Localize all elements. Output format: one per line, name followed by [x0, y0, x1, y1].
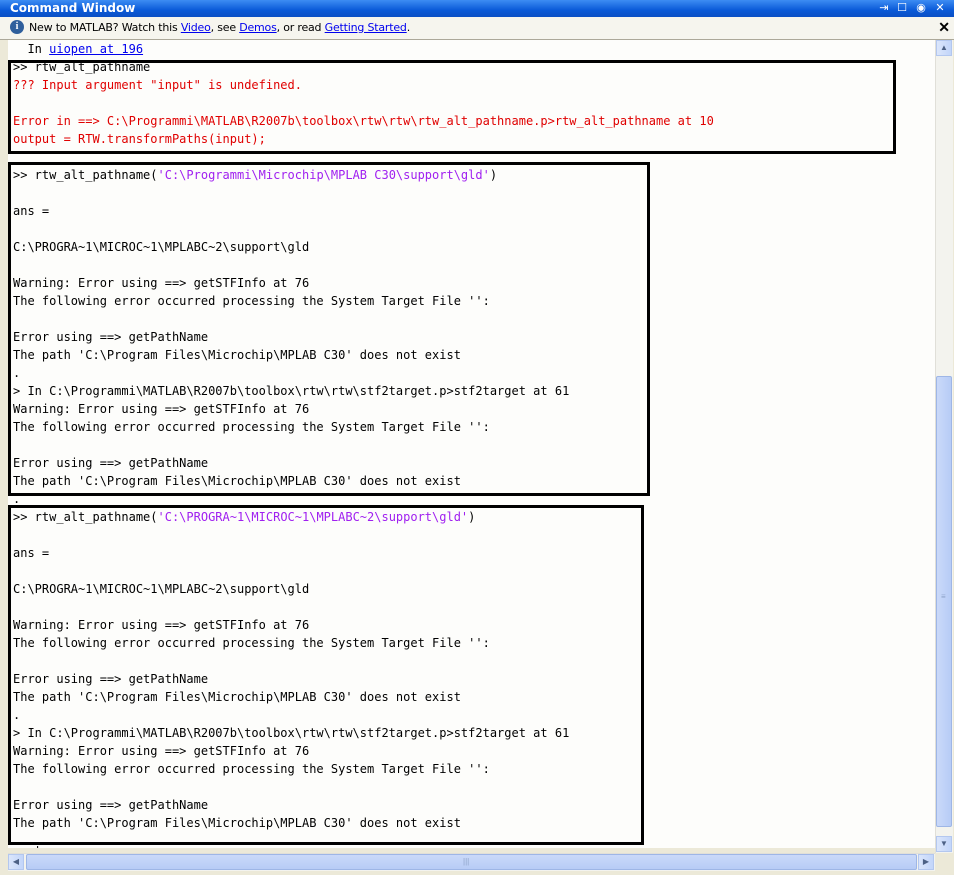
output-line: The path 'C:\Program Files\Microchip\MPL…: [13, 690, 461, 704]
info-icon: i: [10, 20, 24, 34]
grip-icon: ≡: [941, 592, 946, 601]
hgrip-icon: |||: [463, 857, 470, 866]
prompt-cursor[interactable]: ': [34, 842, 41, 848]
horizontal-scrollbar[interactable]: ◀ ||| ▶: [8, 853, 935, 871]
output-line: ans =: [13, 546, 50, 560]
getting-started-link[interactable]: Getting Started: [325, 21, 407, 34]
uiopen-link[interactable]: uiopen at 196: [49, 42, 143, 56]
error-line: Error in ==> C:\Programmi\MATLAB\R2007b\…: [13, 114, 714, 128]
output-line: The following error occurred processing …: [13, 636, 490, 650]
output-line: The following error occurred processing …: [13, 420, 490, 434]
output-line: Warning: Error using ==> getSTFInfo at 7…: [13, 744, 310, 758]
demos-link[interactable]: Demos: [239, 21, 277, 34]
output-line: C:\PROGRA~1\MICROC~1\MPLABC~2\support\gl…: [13, 582, 310, 596]
vertical-scrollbar[interactable]: ▲ ≡ ▼: [935, 40, 953, 853]
output-line: Warning: Error using ==> getSTFInfo at 7…: [13, 276, 310, 290]
output-line: The path 'C:\Program Files\Microchip\MPL…: [13, 816, 461, 830]
output-line: The path 'C:\Program Files\Microchip\MPL…: [13, 474, 461, 488]
console-line: In uiopen at 196: [13, 42, 144, 56]
command-line: >> rtw_alt_pathname('C:\PROGRA~1\MICROC~…: [13, 510, 476, 524]
scroll-up-icon[interactable]: ▲: [936, 40, 952, 56]
output-line: > In C:\Programmi\MATLAB\R2007b\toolbox\…: [13, 384, 570, 398]
output-line: C:\PROGRA~1\MICROC~1\MPLABC~2\support\gl…: [13, 240, 310, 254]
output-line: Error using ==> getPathName: [13, 456, 209, 470]
command-window-console[interactable]: In uiopen at 196 >> rtw_alt_pathname ???…: [8, 40, 935, 848]
output-line: ans =: [13, 204, 50, 218]
window-title: Command Window: [10, 1, 136, 15]
output-line: Warning: Error using ==> getSTFInfo at 7…: [13, 402, 310, 416]
maximize-icon[interactable]: ☐: [895, 1, 909, 15]
info-bar: i New to MATLAB? Watch this Video, see D…: [0, 17, 954, 40]
output-line: Warning: Error using ==> getSTFInfo at 7…: [13, 618, 310, 632]
output-line: Error using ==> getPathName: [13, 330, 209, 344]
video-link[interactable]: Video: [181, 21, 211, 34]
output-line: .: [13, 708, 21, 722]
horizontal-scroll-thumb[interactable]: |||: [26, 854, 917, 870]
output-line: .: [13, 366, 21, 380]
output-line: The following error occurred processing …: [13, 294, 490, 308]
output-line: Error using ==> getPathName: [13, 798, 209, 812]
infobar-close-icon[interactable]: ✕: [938, 19, 950, 35]
error-line: ??? Input argument "input" is undefined.: [13, 78, 302, 92]
output-line: The path 'C:\Program Files\Microchip\MPL…: [13, 348, 461, 362]
output-line: The following error occurred processing …: [13, 762, 490, 776]
output-line: > In C:\Programmi\MATLAB\R2007b\toolbox\…: [13, 726, 570, 740]
command-line: >> rtw_alt_pathname: [13, 60, 151, 74]
command-line: >> rtw_alt_pathname('C:\Programmi\Microc…: [13, 168, 498, 182]
info-text: New to MATLAB? Watch this Video, see Dem…: [29, 21, 410, 34]
undock-icon[interactable]: ⇥: [877, 1, 891, 15]
vertical-scroll-thumb[interactable]: ≡: [936, 376, 952, 827]
error-line: output = RTW.transformPaths(input);: [13, 132, 266, 146]
output-line: Error using ==> getPathName: [13, 672, 209, 686]
scroll-left-icon[interactable]: ◀: [8, 854, 24, 870]
close-icon[interactable]: ✕: [933, 1, 947, 15]
scroll-right-icon[interactable]: ▶: [918, 854, 934, 870]
title-bar[interactable]: Command Window ⇥ ☐ ◉ ✕: [0, 0, 954, 17]
scroll-down-icon[interactable]: ▼: [936, 836, 952, 852]
minimize-icon[interactable]: ◉: [914, 1, 928, 15]
